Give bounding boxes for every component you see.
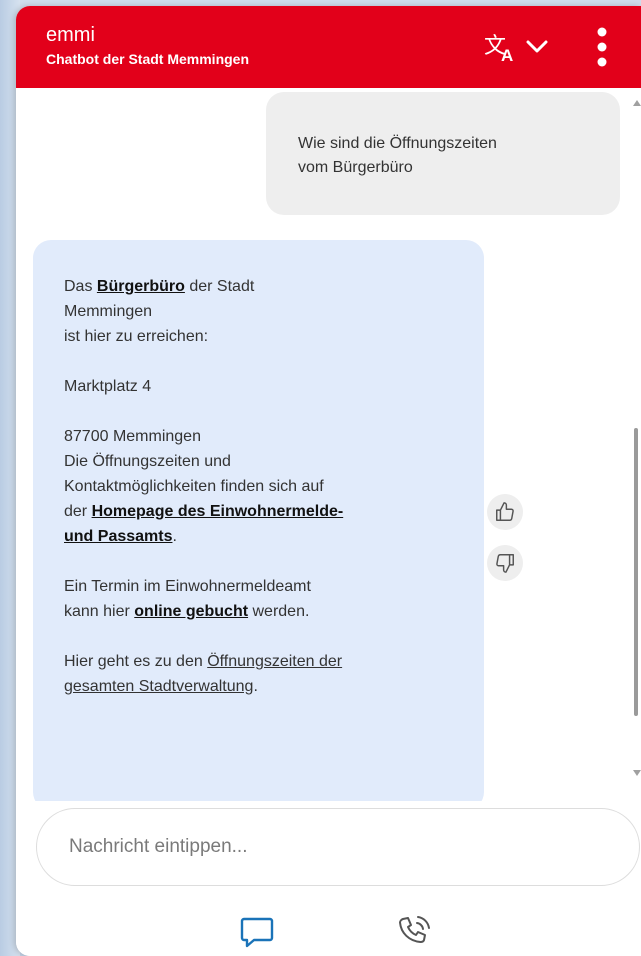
bot-text: Das [64, 278, 97, 295]
composer-actions [16, 916, 641, 956]
thumbs-down-button[interactable] [487, 545, 523, 581]
user-message-bubble: Wie sind die Öffnungszeiten vom Bürgerbü… [266, 92, 620, 215]
buergerbuero-link[interactable]: Bürgerbüro [97, 278, 185, 295]
translate-icon: 文 A [484, 33, 513, 65]
kebab-menu-icon [597, 27, 607, 67]
online-booking-link[interactable]: online gebucht [134, 603, 248, 620]
bot-text-line: Ein Termin im Einwohnermeldeamt [64, 578, 311, 595]
chatbot-widget: emmi Chatbot der Stadt Memmingen 文 A Wie… [16, 6, 641, 956]
bot-text-line: Hier geht es zu den Öffnungszeiten der [64, 649, 464, 674]
bot-text-line: Das Bürgerbüro der Stadt [64, 274, 464, 299]
bot-text: . [172, 528, 177, 545]
message-input[interactable] [67, 835, 591, 859]
bot-text: der [64, 503, 92, 520]
message-composer [16, 801, 641, 956]
chat-bubble-icon[interactable] [240, 916, 274, 948]
opening-hours-link[interactable]: Öffnungszeiten der [207, 653, 342, 670]
opening-hours-link-cont[interactable]: gesamten Stadtverwaltung [64, 678, 253, 695]
menu-button[interactable] [590, 24, 614, 70]
language-selector-button[interactable]: 文 A [482, 28, 556, 66]
bot-text: . [253, 678, 258, 695]
bot-text: der Stadt [184, 278, 255, 295]
homepage-einwohnermeldeamt-link-cont[interactable]: und Passamts [64, 528, 172, 545]
bot-text: Hier geht es zu den [64, 653, 208, 670]
chat-scrollbar[interactable] [628, 88, 641, 801]
bot-subtitle: Chatbot der Stadt Memmingen [46, 51, 250, 67]
thumbs-down-icon [496, 554, 514, 573]
bot-name: emmi [46, 24, 95, 46]
bot-message-bubble: Das Bürgerbüro der Stadt Memmingen ist h… [33, 240, 484, 801]
bot-text-line: und Passamts. [64, 524, 464, 549]
bot-text-line: ist hier zu erreichen: [64, 328, 209, 345]
bot-text-line: kann hier online gebucht werden. [64, 599, 464, 624]
bot-text-line: Die Öffnungszeiten und [64, 453, 231, 470]
scroll-thumb[interactable] [634, 428, 638, 716]
svg-text:A: A [501, 46, 513, 65]
thumbs-up-button[interactable] [487, 494, 523, 530]
bot-text: kann hier [64, 603, 135, 620]
bot-text-line: Memmingen [64, 303, 153, 320]
chevron-down-icon [526, 40, 548, 53]
homepage-einwohnermeldeamt-link[interactable]: Homepage des Einwohnermelde- [92, 503, 344, 520]
bot-text: werden. [248, 603, 310, 620]
scroll-up-arrow-icon[interactable] [633, 100, 641, 106]
chat-header: emmi Chatbot der Stadt Memmingen 文 A [16, 6, 641, 88]
bot-text-line: Kontaktmöglichkeiten finden sich auf [64, 478, 324, 495]
address-city: 87700 Memmingen [64, 428, 201, 445]
chat-message-list[interactable]: Wie sind die Öffnungszeiten vom Bürgerbü… [16, 88, 641, 801]
thumbs-up-icon [496, 502, 514, 521]
user-message-line: Wie sind die Öffnungszeiten [298, 135, 497, 152]
message-input-container[interactable] [36, 808, 640, 886]
user-message-line: vom Bürgerbüro [298, 159, 413, 176]
bot-text-line: gesamten Stadtverwaltung. [64, 674, 464, 699]
address-street: Marktplatz 4 [64, 378, 152, 395]
bot-text-line: der Homepage des Einwohnermelde- [64, 499, 464, 524]
scroll-down-arrow-icon[interactable] [633, 770, 641, 776]
phone-call-icon[interactable] [396, 914, 432, 950]
